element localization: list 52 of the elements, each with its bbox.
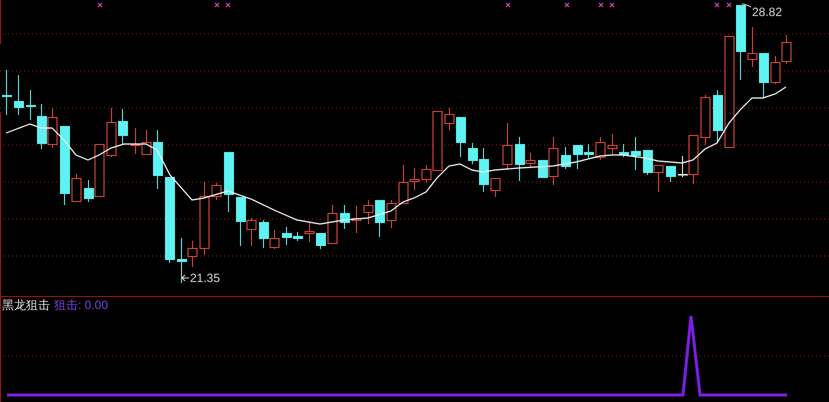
leader-line xyxy=(181,264,190,282)
candlestick xyxy=(631,136,641,170)
candlestick xyxy=(561,146,571,170)
candlestick xyxy=(456,116,466,158)
candlestick xyxy=(770,56,780,84)
candlestick xyxy=(490,178,500,198)
candlestick xyxy=(130,128,140,154)
candlestick xyxy=(72,174,82,202)
candlestick xyxy=(106,108,116,158)
indicator-reading: 狙击: 0.00 xyxy=(54,298,108,312)
candlestick xyxy=(700,94,710,146)
candlestick xyxy=(444,108,454,130)
cross-marker-icon xyxy=(609,2,615,8)
candlestick xyxy=(352,206,362,234)
candlestick xyxy=(643,150,653,176)
candlestick xyxy=(316,232,326,250)
candlestick xyxy=(364,200,374,224)
candlestick xyxy=(48,108,58,148)
candlestick xyxy=(304,222,314,242)
cross-marker-icon xyxy=(564,2,570,8)
candlestick xyxy=(2,70,12,116)
candlestick xyxy=(153,130,163,190)
cross-marker-icon xyxy=(97,2,103,8)
indicator-name: 黑龙狙击 xyxy=(2,298,50,312)
candlestick xyxy=(118,108,128,144)
candlestick xyxy=(654,164,664,192)
leader-line xyxy=(742,4,752,8)
candlestick xyxy=(340,204,350,230)
candlestick xyxy=(14,74,24,116)
candlestick xyxy=(596,136,606,160)
candlestick xyxy=(666,166,676,182)
candlestick xyxy=(328,204,338,244)
cross-marker-icon xyxy=(505,2,511,8)
candlestick xyxy=(619,144,629,158)
cross-marker-icon xyxy=(726,2,732,8)
cross-marker-icon xyxy=(214,2,220,8)
candlestick xyxy=(375,200,385,238)
candlestick xyxy=(142,130,152,155)
candlestick xyxy=(608,134,618,156)
price-label: 28.82 xyxy=(752,5,782,19)
candlestick xyxy=(502,122,512,170)
candlestick xyxy=(713,90,723,144)
candlestick xyxy=(782,34,792,64)
candlestick xyxy=(224,152,234,212)
price-label: 21.35 xyxy=(190,271,220,285)
candlestick xyxy=(386,200,396,228)
candlestick xyxy=(748,26,758,68)
candlestick xyxy=(759,52,769,98)
cross-marker-icon xyxy=(598,2,604,8)
candlestick xyxy=(212,182,222,200)
cross-marker-icon xyxy=(225,2,231,8)
cross-marker-icon xyxy=(714,2,720,8)
